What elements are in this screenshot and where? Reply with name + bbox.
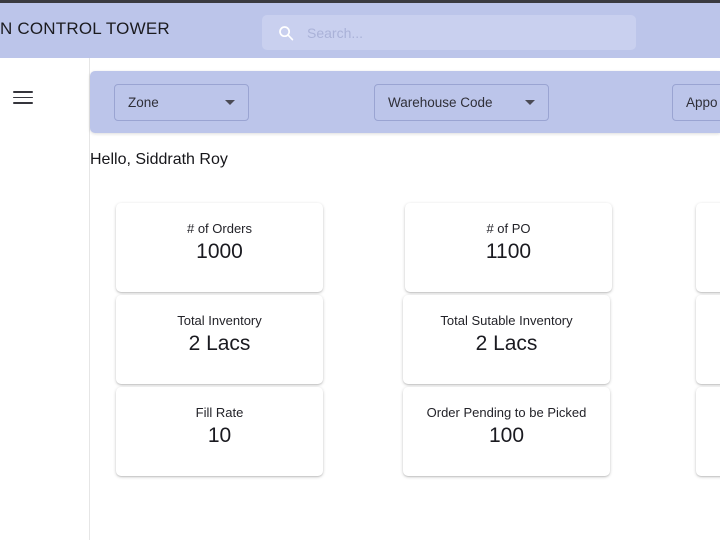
filter-bar: Zone Warehouse Code Appo xyxy=(90,71,720,133)
kpi-card-label: # of PO xyxy=(486,221,530,237)
kpi-card-value: 2 Lacs xyxy=(189,330,251,358)
search-container[interactable] xyxy=(262,15,636,50)
filter-select-appointment-label: Appo xyxy=(686,95,718,110)
kpi-card-value: 1100 xyxy=(486,238,531,266)
filter-select-warehouse-code[interactable]: Warehouse Code xyxy=(374,84,549,121)
app-header-bar: N CONTROL TOWER xyxy=(0,3,720,58)
hamburger-menu-icon[interactable] xyxy=(13,91,33,107)
kpi-card[interactable]: O xyxy=(696,387,720,476)
sidebar-rail xyxy=(0,58,90,540)
kpi-card[interactable]: Order Pending to be Picked 100 xyxy=(403,387,610,476)
kpi-card[interactable]: Total Inventory 2 Lacs xyxy=(116,295,323,384)
search-icon xyxy=(278,25,294,41)
kpi-card-label: Total Sutable Inventory xyxy=(440,313,572,329)
filter-select-appointment[interactable]: Appo xyxy=(672,84,720,121)
kpi-card-label: Fill Rate xyxy=(196,405,244,421)
kpi-card-label: Order Pending to be Picked xyxy=(427,405,587,421)
kpi-card-value: 2 Lacs xyxy=(476,330,538,358)
kpi-card-value: 100 xyxy=(489,422,524,450)
chevron-down-icon xyxy=(225,100,235,105)
filter-select-zone-label: Zone xyxy=(128,95,159,110)
kpi-card-label: # of Orders xyxy=(187,221,252,237)
kpi-card[interactable]: Fill Rate 10 xyxy=(116,387,323,476)
greeting-text: Hello, Siddrath Roy xyxy=(90,151,228,169)
app-title: N CONTROL TOWER xyxy=(0,19,170,39)
kpi-card[interactable] xyxy=(696,295,720,384)
kpi-card[interactable] xyxy=(696,203,720,292)
kpi-card-value: 10 xyxy=(208,422,231,450)
filter-select-zone[interactable]: Zone xyxy=(114,84,249,121)
main-content: Zone Warehouse Code Appo Hello, Siddrath… xyxy=(90,58,720,540)
filter-select-warehouse-code-label: Warehouse Code xyxy=(388,95,493,110)
kpi-card[interactable]: # of PO 1100 xyxy=(405,203,612,292)
kpi-card[interactable]: Total Sutable Inventory 2 Lacs xyxy=(403,295,610,384)
dashboard-page: N CONTROL TOWER Zone Warehouse xyxy=(0,0,720,540)
search-input[interactable] xyxy=(307,15,636,50)
kpi-card-value: 1000 xyxy=(196,238,243,266)
kpi-card-label: Total Inventory xyxy=(177,313,262,329)
kpi-card[interactable]: # of Orders 1000 xyxy=(116,203,323,292)
chevron-down-icon xyxy=(525,100,535,105)
